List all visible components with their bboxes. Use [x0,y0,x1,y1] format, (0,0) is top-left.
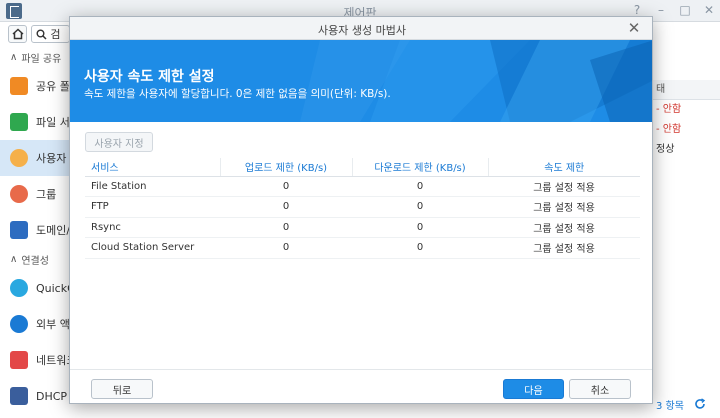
sidebar-section-label: 파일 공유 [21,53,62,65]
sidebar-section-file-sharing[interactable]: ∧ 파일 공유 [0,46,70,68]
speed-limit-cell[interactable]: 그룹 설정 적용 [488,176,640,197]
set-user-button[interactable]: 사용자 지정 [85,132,153,152]
download-limit-cell[interactable]: 0 [352,217,488,238]
dialog-title: 사용자 생성 마법사 [318,24,406,37]
wizard-step-heading: 사용자 속도 제한 설정 [84,69,215,85]
download-limit-cell[interactable]: 0 [352,237,488,259]
maximize-icon[interactable]: □ [678,3,692,17]
sidebar-item-group[interactable]: 그룹 [0,176,70,212]
globe-icon [10,315,28,333]
sidebar-item-external-access[interactable]: 외부 액세스 [0,306,70,342]
user-icon [10,149,28,167]
speed-limit-cell[interactable]: 그룹 설정 적용 [488,217,640,238]
table-row[interactable]: File Station 0 0 그룹 설정 적용 [85,176,640,197]
column-header-download-limit[interactable]: 다운로드 제한 (KB/s) [352,158,489,177]
sidebar-section-label: 연결성 [21,255,49,267]
sidebar-item-label: 외부 액세스 [36,318,70,331]
table-row[interactable]: FTP 0 0 그룹 설정 적용 [85,196,640,218]
home-button[interactable] [8,25,28,43]
sidebar-item-label: 공유 폴더 [36,80,70,93]
wizard-banner: 사용자 속도 제한 설정 속도 제한을 사용자에 할당합니다. 0은 제한 없음… [70,40,652,122]
refresh-icon[interactable] [694,398,706,410]
sidebar-item-user[interactable]: 사용자 [0,140,70,176]
download-limit-cell[interactable]: 0 [352,196,488,218]
service-cell: File Station [85,176,220,197]
sidebar-item-label: 그룹 [36,188,57,201]
sidebar-item-network[interactable]: 네트워크 [0,342,70,378]
list-item[interactable]: - 안함 [652,100,720,120]
sidebar-item-label: 사용자 [36,152,67,165]
speed-limit-table: 서비스 업로드 제한 (KB/s) 다운로드 제한 (KB/s) 속도 제한 F… [85,158,640,259]
upload-limit-cell[interactable]: 0 [220,217,352,238]
service-cell: FTP [85,196,220,218]
domain-icon [10,221,28,239]
group-icon [10,185,28,203]
create-user-wizard-dialog: 사용자 생성 마법사 ✕ 사용자 속도 제한 설정 속도 제한을 사용자에 할당… [69,16,653,404]
sidebar-item-domain-ldap[interactable]: 도메인/LDAP [0,212,70,248]
sidebar-item-file-services[interactable]: 파일 서비스 [0,104,70,140]
item-count: 3 항목 [656,400,684,412]
search-input[interactable]: 검 [31,25,70,43]
table-header-row: 서비스 업로드 제한 (KB/s) 다운로드 제한 (KB/s) 속도 제한 [85,158,640,177]
table-row[interactable]: Cloud Station Server 0 0 그룹 설정 적용 [85,237,640,259]
upload-limit-cell[interactable]: 0 [220,237,352,259]
control-panel-sidebar: 검 ∧ 파일 공유 공유 폴더 파일 서비스 사용자 그룹 도메인/LDAP [0,22,70,418]
upload-limit-cell[interactable]: 0 [220,196,352,218]
sidebar-item-dhcp-server[interactable]: DHCP Server [0,378,70,414]
dhcp-icon [10,387,28,405]
chevron-up-icon: ∧ [10,51,18,63]
speed-limit-cell[interactable]: 그룹 설정 적용 [488,196,640,218]
window-close-icon[interactable]: ✕ [702,3,716,17]
close-icon[interactable]: ✕ [626,19,642,37]
help-icon[interactable]: ? [630,3,644,17]
list-item[interactable]: - 안함 [652,120,720,140]
home-icon [12,28,24,40]
network-icon [10,351,28,369]
sidebar-item-label: 도메인/LDAP [36,224,70,237]
chevron-up-icon: ∧ [10,253,18,265]
back-button[interactable]: 뒤로 [91,379,153,399]
list-item[interactable]: 정상 [652,140,720,160]
share-icon [10,77,28,95]
download-limit-cell[interactable]: 0 [352,176,488,197]
wizard-step-description: 속도 제한을 사용자에 할당합니다. 0은 제한 없음을 의미(단위: KB/s… [84,88,391,100]
speed-limit-cell[interactable]: 그룹 설정 적용 [488,237,640,259]
table-row[interactable]: Rsync 0 0 그룹 설정 적용 [85,217,640,238]
minimize-icon[interactable]: – [654,3,668,17]
column-header-status[interactable]: 태 [652,80,720,100]
dialog-footer: 뒤로 다음 취소 [70,369,652,405]
sidebar-item-label: 파일 서비스 [36,116,70,129]
column-header-upload-limit[interactable]: 업로드 제한 (KB/s) [220,158,353,177]
sidebar-item-shared-folder[interactable]: 공유 폴더 [0,68,70,104]
next-button[interactable]: 다음 [503,379,564,399]
sidebar-item-quickconnect[interactable]: QuickConnect [0,270,70,306]
search-icon [36,29,47,40]
cancel-button[interactable]: 취소 [569,379,631,399]
search-text: 검 [50,28,61,41]
service-cell: Rsync [85,217,220,238]
service-cell: Cloud Station Server [85,237,220,259]
quickconnect-icon [10,279,28,297]
column-header-speed-limit[interactable]: 속도 제한 [488,158,640,177]
dialog-titlebar: 사용자 생성 마법사 ✕ [70,17,652,40]
file-services-icon [10,113,28,131]
user-list-partial: 태 - 안함 - 안함 정상 [652,80,720,418]
sidebar-item-label: 네트워크 [36,354,70,367]
upload-limit-cell[interactable]: 0 [220,176,352,197]
column-header-service[interactable]: 서비스 [85,158,221,177]
sidebar-section-connectivity[interactable]: ∧ 연결성 [0,248,70,270]
sidebar-item-label: DHCP Server [36,389,70,403]
sidebar-item-label: QuickConnect [36,281,70,295]
